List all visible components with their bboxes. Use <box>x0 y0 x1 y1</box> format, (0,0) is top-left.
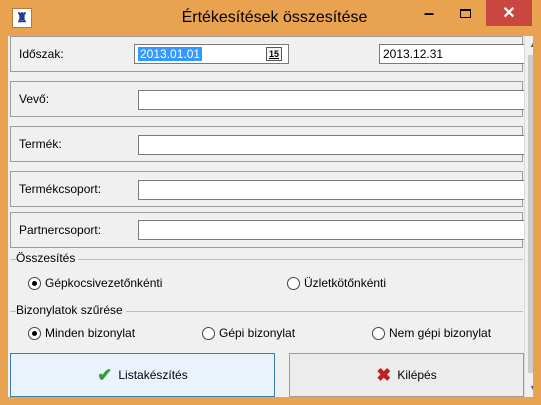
product-group-label: Termékcsoport: <box>19 182 102 196</box>
title-bar[interactable]: ♜ Értékesítések összesítése – ✕ <box>0 0 541 36</box>
product-row: Termék: <box>10 126 533 162</box>
filter-all-radio[interactable]: Minden bizonylat <box>28 326 135 340</box>
customer-row: Vevő: <box>10 81 533 117</box>
maximize-icon <box>459 8 471 18</box>
summary-per-agent-label: Üzletkötőnkénti <box>304 276 387 290</box>
partner-group-label: Partnercsoport: <box>19 223 102 237</box>
scrollbar-thumb[interactable] <box>528 55 533 373</box>
scroll-down-arrow-icon[interactable]: ▼ <box>525 380 533 397</box>
checkmark-icon: ✔ <box>97 364 113 385</box>
customer-input[interactable] <box>138 90 533 110</box>
scroll-up-arrow-icon[interactable]: ▲ <box>525 36 533 53</box>
radio-empty-icon <box>372 326 385 340</box>
customer-label: Vevő: <box>19 92 50 106</box>
filter-legend: Bizonylatok szűrése <box>16 303 126 317</box>
radio-empty-icon <box>202 326 215 340</box>
exit-button-label: Kilépés <box>397 368 437 382</box>
product-label: Termék: <box>19 137 62 151</box>
product-group-row: Termékcsoport: <box>10 171 533 207</box>
product-input[interactable] <box>138 135 533 155</box>
list-button-label: Listakészítés <box>118 368 188 382</box>
list-button[interactable]: ✔ Listakészítés <box>10 353 275 397</box>
exit-button[interactable]: ✖ Kilépés <box>289 353 524 397</box>
period-label: Időszak: <box>19 47 64 61</box>
vertical-scrollbar[interactable]: ▲ ▼ <box>524 36 533 397</box>
filter-non-machine-label: Nem gépi bizonylat <box>389 326 492 340</box>
summary-group: Összesítés Gépkocsivezetőnkénti Üzletköt… <box>10 251 523 302</box>
close-button[interactable]: ✕ <box>486 0 532 26</box>
partner-group-input[interactable] <box>138 220 533 240</box>
date-from-value: 2013.01.01 <box>138 47 203 61</box>
app-window: ♜ Értékesítések összesítése – ✕ Időszak:… <box>0 0 541 405</box>
radio-selected-icon <box>28 326 41 340</box>
exit-x-icon: ✖ <box>376 364 392 385</box>
form-client-area: Időszak: 2013.01.01 15 2013.12.31 Vevő: … <box>8 36 533 397</box>
filter-non-machine-radio[interactable]: Nem gépi bizonylat <box>372 326 491 340</box>
period-row: Időszak: 2013.01.01 15 2013.12.31 <box>10 36 529 72</box>
radio-empty-icon <box>287 276 300 290</box>
summary-per-agent-radio[interactable]: Üzletkötőnkénti <box>287 276 386 290</box>
maximize-button[interactable] <box>450 0 480 26</box>
filter-machine-radio[interactable]: Gépi bizonylat <box>202 326 295 340</box>
partner-group-row: Partnercsoport: <box>10 212 533 248</box>
document-filter-group: Bizonylatok szűrése Minden bizonylat Gép… <box>10 303 523 349</box>
minimize-button[interactable]: – <box>414 0 444 26</box>
summary-legend: Összesítés <box>16 251 79 265</box>
product-group-input[interactable] <box>138 180 533 200</box>
summary-divider <box>10 259 523 260</box>
date-from-field[interactable]: 2013.01.01 15 <box>134 44 289 64</box>
date-to-field[interactable]: 2013.12.31 <box>379 44 529 64</box>
summary-per-driver-radio[interactable]: Gépkocsivezetőnkénti <box>28 276 162 290</box>
filter-all-label: Minden bizonylat <box>45 326 136 340</box>
calendar-icon[interactable]: 15 <box>266 47 282 61</box>
radio-selected-icon <box>28 276 41 290</box>
summary-per-driver-label: Gépkocsivezetőnkénti <box>45 276 163 290</box>
filter-machine-label: Gépi bizonylat <box>219 326 296 340</box>
